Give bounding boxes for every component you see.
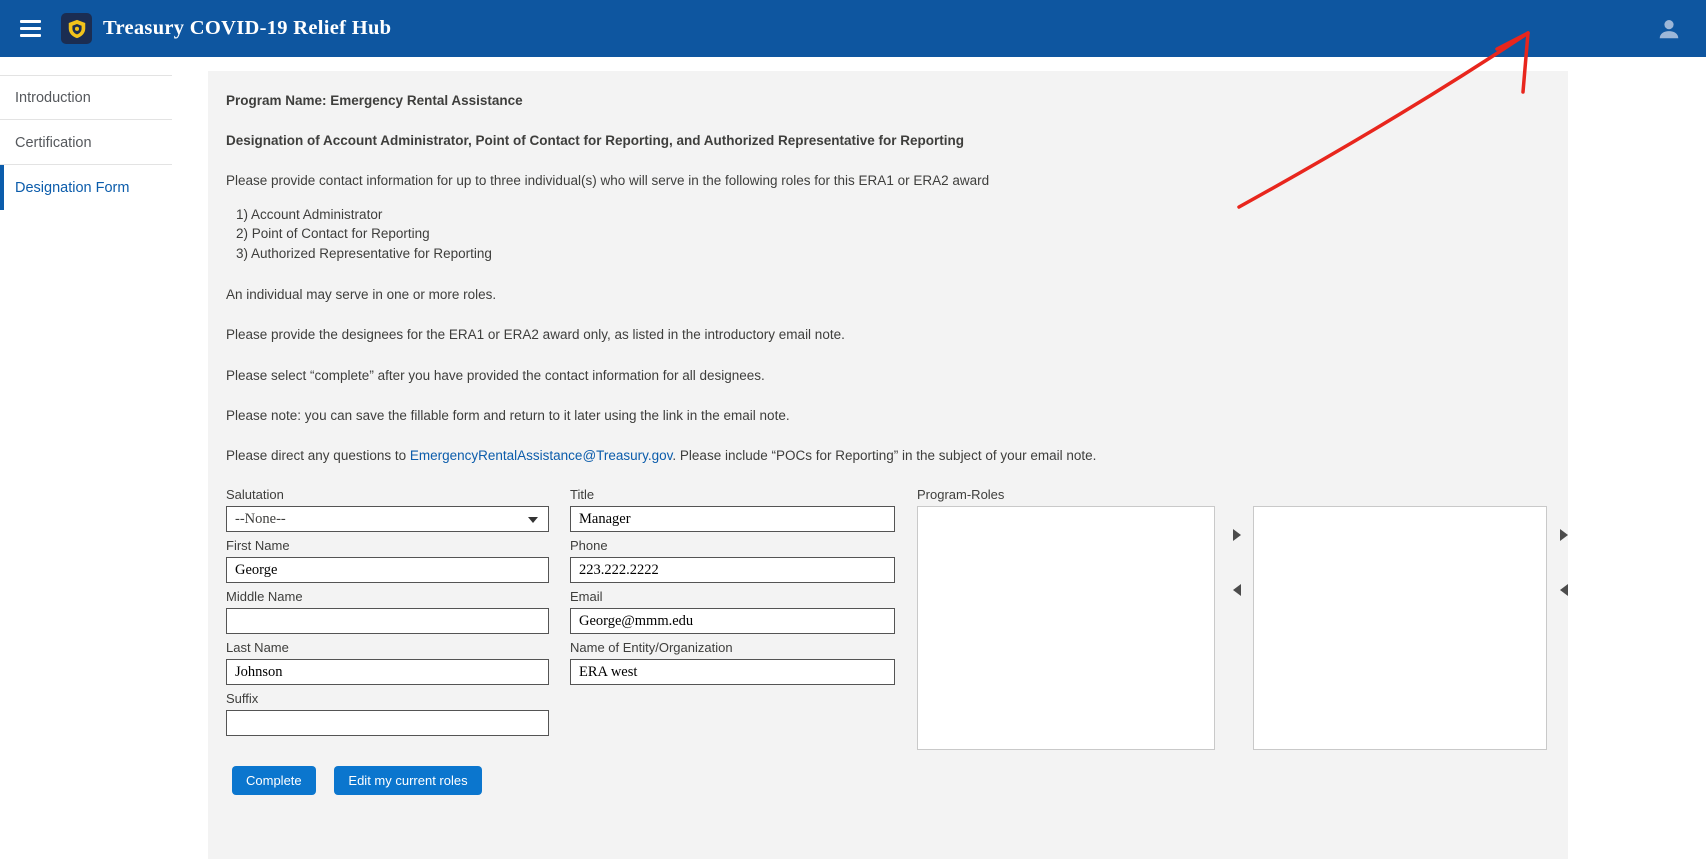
title-field-group: Title — [570, 487, 895, 532]
form-column-left: Salutation --None-- First Name Middle Na… — [226, 487, 549, 742]
email-link[interactable]: EmergencyRentalAssistance@Treasury.gov — [410, 448, 673, 463]
designation-form-fields: Salutation --None-- First Name Middle Na… — [226, 487, 1550, 745]
form-buttons-row: Complete Edit my current roles — [226, 766, 1550, 795]
program-roles-available-listbox[interactable] — [917, 506, 1215, 750]
role-item-3: 3) Authorized Representative for Reporti… — [236, 244, 1550, 264]
entity-input[interactable] — [570, 659, 895, 685]
program-roles-chosen-listbox[interactable] — [1253, 506, 1547, 750]
complete-button[interactable]: Complete — [232, 766, 316, 795]
edit-current-roles-button[interactable]: Edit my current roles — [334, 766, 481, 795]
role-item-2: 2) Point of Contact for Reporting — [236, 224, 1550, 244]
sidebar: Introduction Certification Designation F… — [0, 57, 207, 859]
email-field-group: Email — [570, 589, 895, 634]
designation-heading: Designation of Account Administrator, Po… — [226, 132, 1550, 150]
entity-field-group: Name of Entity/Organization — [570, 640, 895, 685]
suffix-label: Suffix — [226, 691, 549, 706]
suffix-field-group: Suffix — [226, 691, 549, 736]
middle-name-label: Middle Name — [226, 589, 549, 604]
role-item-1: 1) Account Administrator — [236, 205, 1550, 225]
contact-note: Please direct any questions to Emergency… — [226, 447, 1550, 465]
move-left-arrow-icon-2[interactable] — [1560, 584, 1568, 596]
move-left-arrow-icon[interactable] — [1233, 584, 1241, 596]
salutation-label: Salutation — [226, 487, 549, 502]
note-one-or-more-roles: An individual may serve in one or more r… — [226, 286, 1550, 304]
last-name-label: Last Name — [226, 640, 549, 655]
note-select-complete: Please select “complete” after you have … — [226, 367, 1550, 385]
suffix-input[interactable] — [226, 710, 549, 736]
note-save-form: Please note: you can save the fillable f… — [226, 407, 1550, 425]
first-name-field-group: First Name — [226, 538, 549, 583]
top-navigation-bar: Treasury COVID-19 Relief Hub — [0, 0, 1706, 57]
salutation-field-group: Salutation --None-- — [226, 487, 549, 532]
move-right-arrow-icon[interactable] — [1233, 529, 1241, 541]
program-roles-label: Program-Roles — [917, 487, 1577, 502]
sidebar-item-introduction[interactable]: Introduction — [0, 75, 207, 120]
sidebar-item-label: Certification — [15, 135, 92, 151]
user-avatar-icon[interactable] — [1654, 14, 1684, 44]
middle-name-field-group: Middle Name — [226, 589, 549, 634]
first-name-input[interactable] — [226, 557, 549, 583]
roles-list: 1) Account Administrator 2) Point of Con… — [236, 205, 1550, 264]
middle-name-input[interactable] — [226, 608, 549, 634]
phone-field-group: Phone — [570, 538, 895, 583]
email-label: Email — [570, 589, 895, 604]
main-panel: Program Name: Emergency Rental Assistanc… — [208, 71, 1568, 859]
email-input[interactable] — [570, 608, 895, 634]
title-label: Title — [570, 487, 895, 502]
form-column-middle: Title Phone Email Name of Entity/Organiz… — [570, 487, 895, 691]
sidebar-item-designation-form[interactable]: Designation Form — [0, 165, 207, 210]
contact-note-after: . Please include “POCs for Reporting” in… — [672, 448, 1096, 463]
sidebar-item-label: Introduction — [15, 90, 91, 106]
first-name-label: First Name — [226, 538, 549, 553]
salutation-selected-value: --None-- — [235, 511, 286, 528]
entity-label: Name of Entity/Organization — [570, 640, 895, 655]
note-designees: Please provide the designees for the ERA… — [226, 326, 1550, 344]
treasury-logo-icon — [61, 13, 92, 44]
sidebar-item-label: Designation Form — [15, 180, 129, 196]
menu-icon[interactable] — [12, 12, 49, 45]
intro-text: Please provide contact information for u… — [226, 172, 1550, 190]
title-input[interactable] — [570, 506, 895, 532]
sidebar-item-certification[interactable]: Certification — [0, 120, 207, 165]
salutation-select[interactable]: --None-- — [226, 506, 549, 532]
app-title: Treasury COVID-19 Relief Hub — [103, 17, 391, 40]
move-right-arrow-icon-2[interactable] — [1560, 529, 1568, 541]
program-roles-widget: Program-Roles — [917, 487, 1577, 507]
phone-input[interactable] — [570, 557, 895, 583]
chevron-down-icon — [528, 517, 538, 523]
phone-label: Phone — [570, 538, 895, 553]
contact-note-before: Please direct any questions to — [226, 448, 410, 463]
last-name-input[interactable] — [226, 659, 549, 685]
last-name-field-group: Last Name — [226, 640, 549, 685]
program-name-text: Program Name: Emergency Rental Assistanc… — [226, 92, 1550, 110]
